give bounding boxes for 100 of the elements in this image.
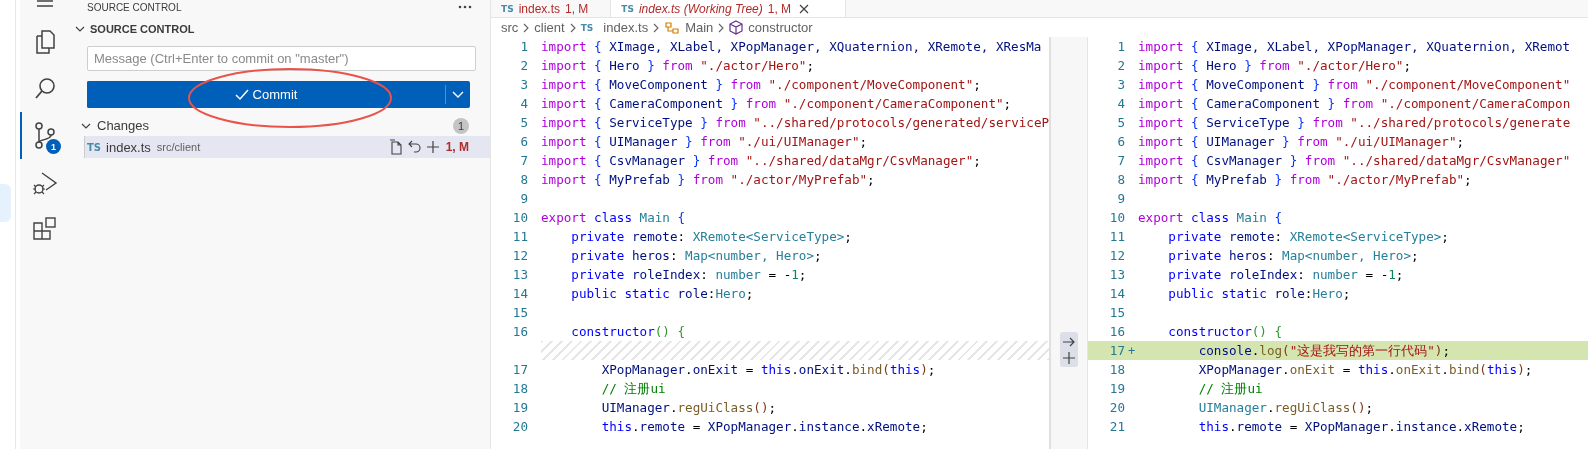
- line-number: 20: [511, 419, 528, 434]
- discard-icon[interactable]: [407, 139, 422, 155]
- file-name: index.ts: [106, 139, 151, 155]
- code-line: import { UIManager } from "./ui/UIManager";: [1138, 133, 1465, 151]
- code-line: import { UIManager } from "./ui/UIManager";: [541, 133, 868, 151]
- line-number: 6: [519, 134, 528, 149]
- line-number: 11: [1108, 229, 1125, 244]
- file-type-label: TS: [580, 22, 594, 33]
- code-line: public static role:Hero;: [570, 285, 754, 303]
- code-line: import { ServiceType } from "../shared/protocols/generate: [1138, 114, 1571, 132]
- code-line: import { MyPrefab } from "./actor/MyPrefab";: [1138, 171, 1472, 189]
- breadcrumb-item[interactable]: src: [501, 20, 519, 35]
- file-item[interactable]: TS index.ts src/client 1, M: [84, 136, 490, 158]
- code-line: private roleIndex: number = -1;: [1167, 266, 1404, 284]
- line-number: 4: [519, 96, 528, 111]
- code-line: // 注册ui: [600, 380, 666, 398]
- check-icon: [234, 88, 249, 101]
- line-number: 21: [1108, 419, 1125, 434]
- code-line: private heros: Map<number, Hero>;: [1167, 247, 1419, 265]
- line-number: 20: [1108, 400, 1125, 415]
- status-label: 1, M: [767, 1, 792, 16]
- code-line: import { XImage, XLabel, XPopManager, XQuaternion, XRemot: [1138, 38, 1571, 56]
- panel-title: SOURCE CONTROL: [87, 1, 182, 13]
- file-path: src/client: [156, 141, 202, 153]
- breadcrumb-item[interactable]: client: [534, 20, 565, 35]
- code-line: import { MoveComponent } from "./component/MoveComponent": [1138, 76, 1571, 94]
- line-number: 4: [1116, 96, 1125, 111]
- count-badge: 1: [46, 139, 61, 154]
- line-number: 7: [1116, 153, 1125, 168]
- code-line: this.remote = XPopManager.instance.xRemote;: [600, 418, 928, 436]
- more-icon[interactable]: [458, 5, 472, 9]
- tab-label: index.ts (Working Tree): [638, 1, 763, 16]
- revert-block-button[interactable]: [1060, 332, 1078, 367]
- changes-header[interactable]: Changes 1: [67, 115, 490, 136]
- line-number: 8: [519, 172, 528, 187]
- count-badge: 1: [453, 117, 469, 134]
- source-control-icon: [32, 120, 57, 151]
- line-number: 13: [1108, 267, 1125, 282]
- group-label: Changes: [97, 118, 151, 133]
- file-type-label: TS: [87, 141, 102, 153]
- code-line: private roleIndex: number = -1;: [570, 266, 807, 284]
- chevron-icon: [81, 122, 91, 129]
- chevron-icon: [523, 22, 530, 33]
- line-number: 19: [1108, 381, 1125, 396]
- code-line: UIManager.regUiClass();: [600, 399, 777, 417]
- code-line: UIManager.regUiClass();: [1197, 399, 1374, 417]
- line-number: 5: [1116, 115, 1125, 130]
- line-number: 3: [519, 77, 528, 92]
- line-number: 2: [519, 58, 528, 73]
- code-line: import { ServiceType } from "../shared/protocols/generated/serviceP: [541, 114, 1049, 132]
- commit-message-field[interactable]: Message (Ctrl+Enter to commit on "master"): [87, 46, 476, 71]
- code-line: import { MoveComponent } from "./component/MoveComponent";: [541, 76, 981, 94]
- line-number: 19: [511, 400, 528, 415]
- code-line: // 注册ui: [1197, 380, 1263, 398]
- code-line: import { MyPrefab } from "./actor/MyPrefab";: [541, 171, 875, 189]
- line-number: 7: [519, 153, 528, 168]
- line-number: 6: [1116, 134, 1125, 149]
- highlight-block: [0, 184, 11, 222]
- breadcrumb-item[interactable]: index.ts: [603, 20, 649, 35]
- code-line: XPopManager.onExit = this.onExit.bind(this);: [1197, 361, 1533, 379]
- line-number: 8: [1116, 172, 1125, 187]
- code-line: import { Hero } from "./actor/Hero";: [1138, 57, 1411, 75]
- code-line: import { CsvManager } from "../shared/dataMgr/CsvManager";: [541, 152, 981, 170]
- editor-tab[interactable]: TS index.ts (Working Tree) 1, M: [611, 0, 847, 17]
- code-line: this.remote = XPopManager.instance.xRemote;: [1197, 418, 1525, 436]
- code-line: private heros: Map<number, Hero>;: [570, 247, 822, 265]
- line-number: 14: [1108, 286, 1125, 301]
- breadcrumb-item[interactable]: constructor: [748, 20, 813, 35]
- breadcrumb-item[interactable]: Main: [685, 20, 714, 35]
- code-line: private remote: XRemote<ServiceType>;: [570, 228, 852, 246]
- chevron-icon: [718, 22, 725, 33]
- line-number: 5: [519, 115, 528, 130]
- line-number: 16: [1108, 324, 1125, 339]
- close-icon[interactable]: [799, 3, 810, 14]
- cube-icon: [729, 20, 744, 35]
- file-type-label: TS: [621, 3, 634, 14]
- chevron-icon: [452, 91, 464, 98]
- code-line: import { CameraComponent } from "./component/CameraComponent";: [541, 95, 1012, 113]
- section-header[interactable]: SOURCE CONTROL: [67, 18, 490, 40]
- line-number: 14: [511, 286, 528, 301]
- tab-label: index.ts: [518, 1, 560, 16]
- line-number: 16: [511, 324, 528, 339]
- line-number: 11: [511, 229, 528, 244]
- chevron-icon: [75, 26, 85, 32]
- code-line: public static role:Hero;: [1167, 285, 1351, 303]
- line-number: 10: [1108, 210, 1125, 225]
- line-number: 12: [1108, 248, 1125, 263]
- code-line: import { Hero } from "./actor/Hero";: [541, 57, 814, 75]
- line-number: 17: [1108, 343, 1125, 358]
- code-line: XPopManager.onExit = this.onExit.bind(this);: [600, 361, 936, 379]
- chevron-icon: [569, 22, 576, 33]
- file-type-label: TS: [501, 3, 514, 14]
- code-line: console.log("这是我写的第一行代码");: [1197, 342, 1451, 360]
- open-file-icon[interactable]: [387, 139, 404, 155]
- added-marker: +: [1126, 343, 1137, 358]
- code-line: export class Main {: [1138, 209, 1283, 227]
- code-line: private remote: XRemote<ServiceType>;: [1167, 228, 1449, 246]
- chevron-icon: [653, 22, 660, 33]
- line-number: 3: [1116, 77, 1125, 92]
- line-number: 1: [1116, 39, 1125, 54]
